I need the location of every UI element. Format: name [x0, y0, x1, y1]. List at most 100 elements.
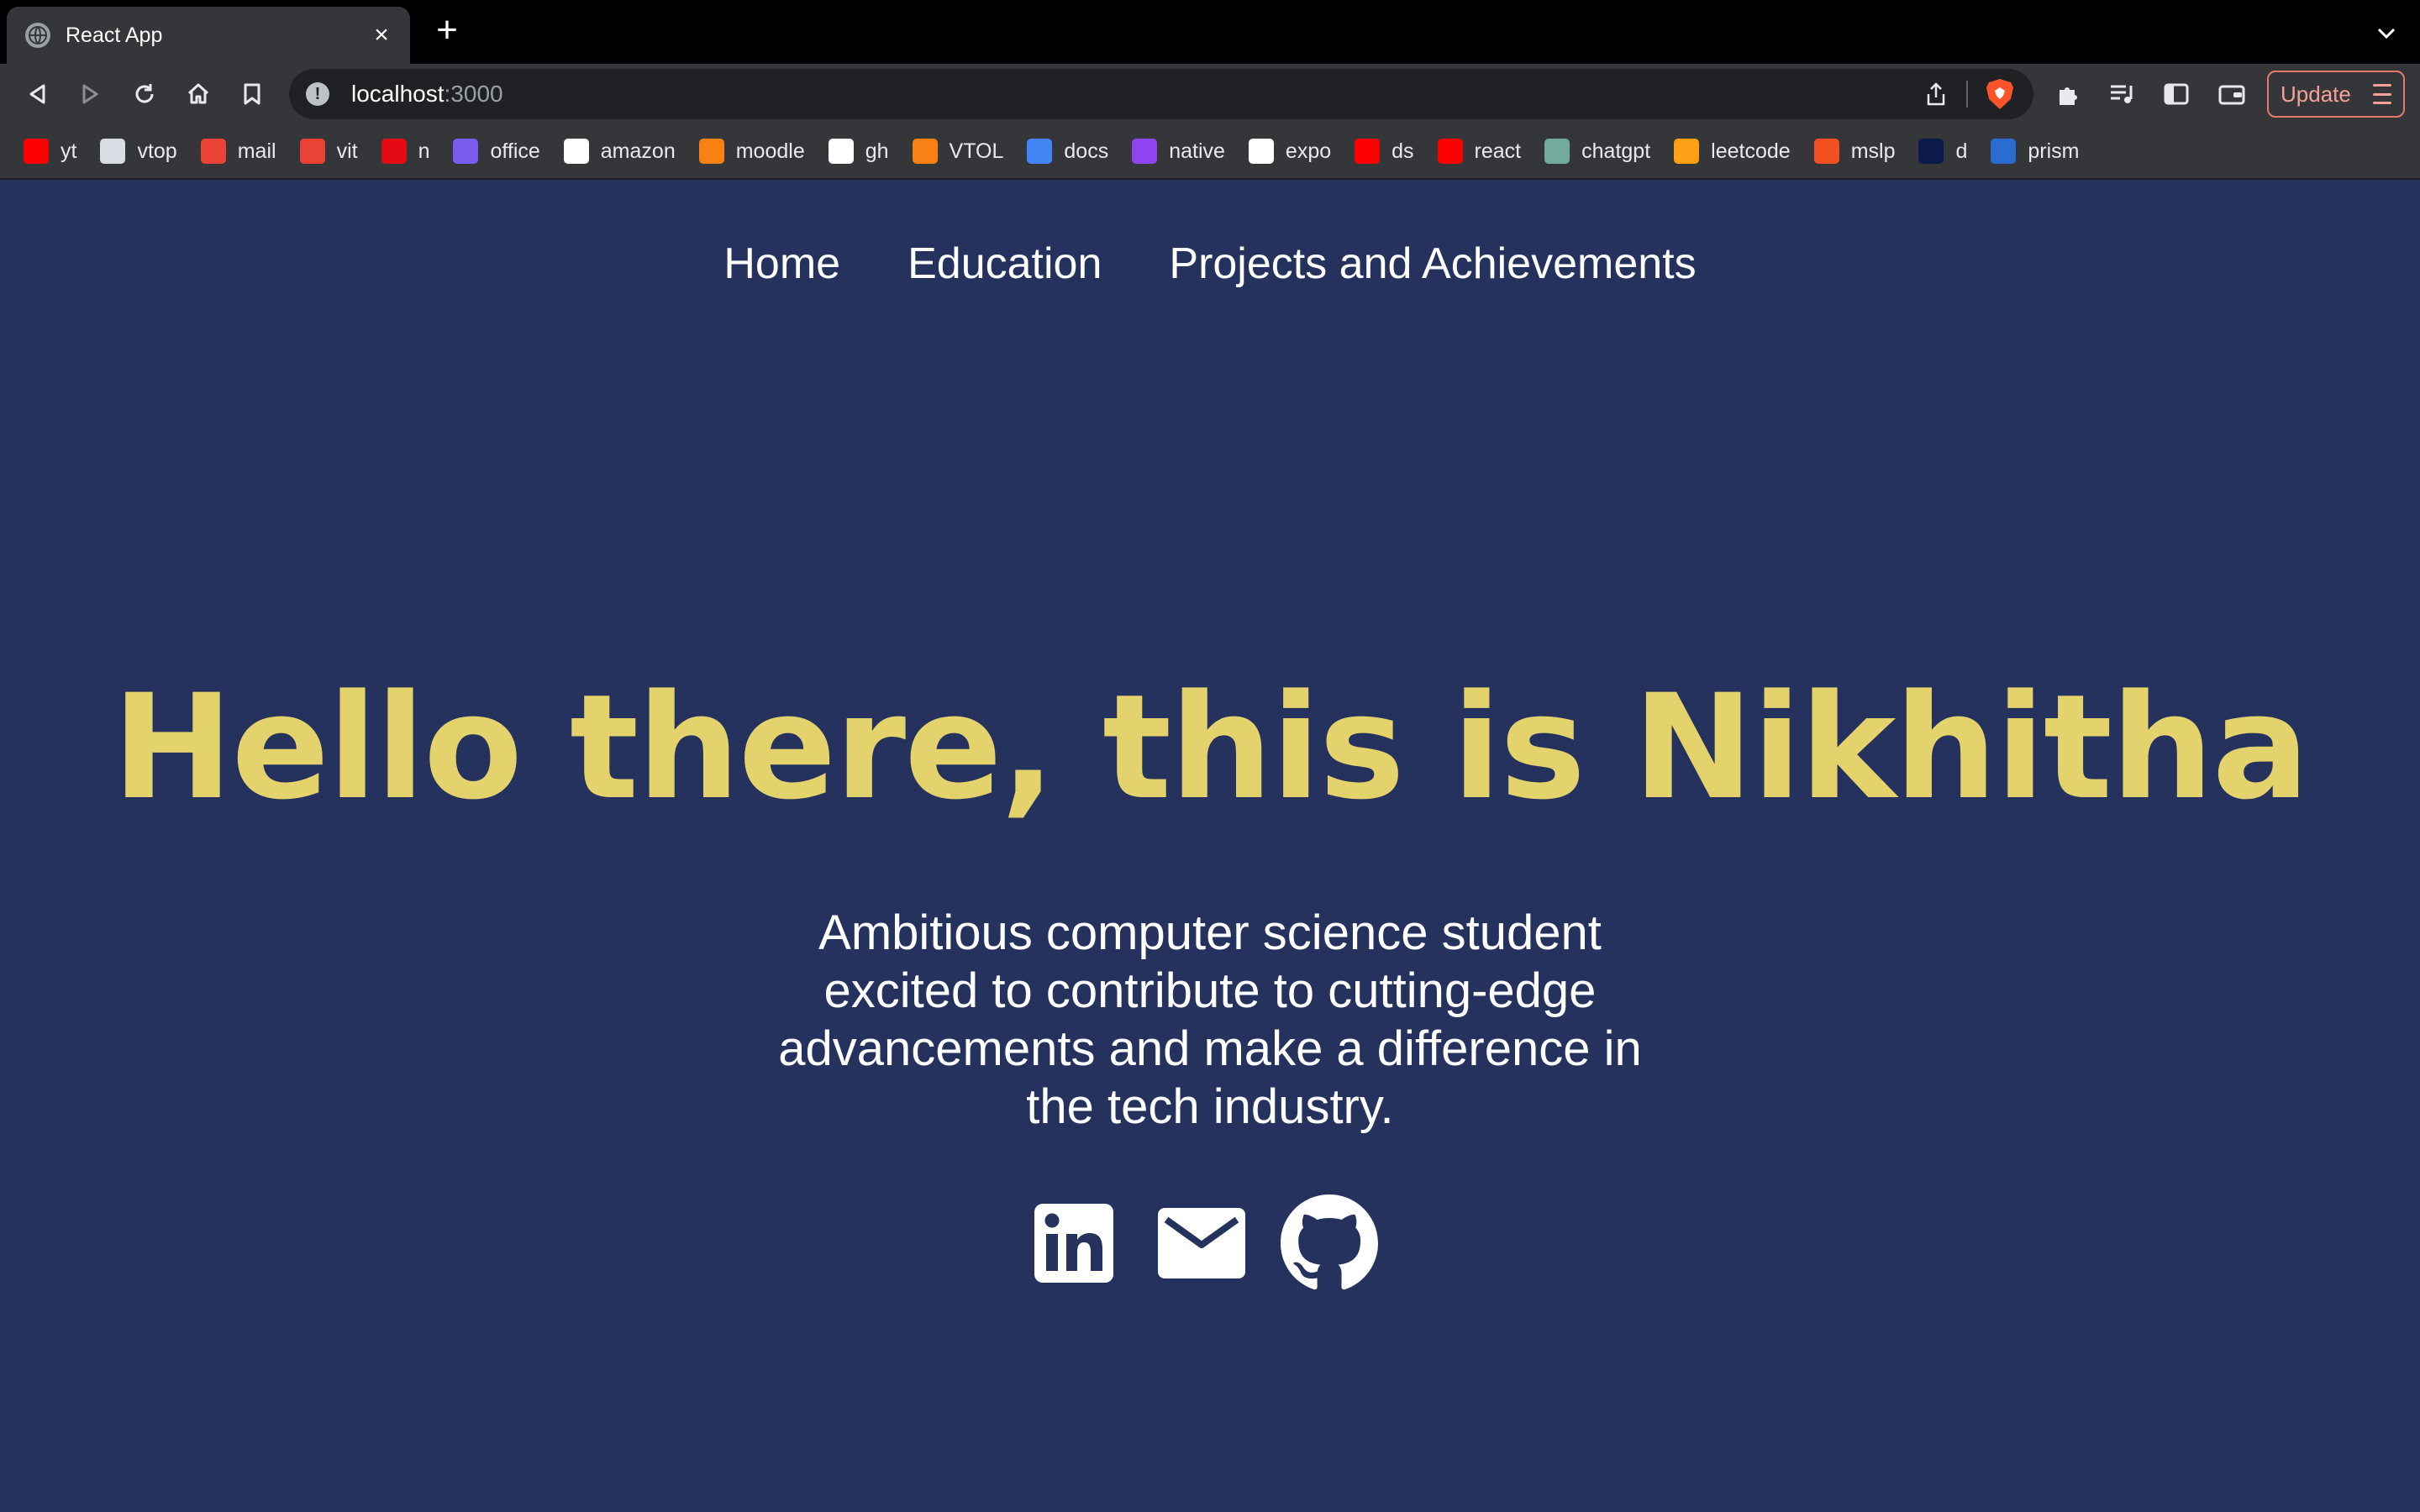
moodle-icon [698, 139, 724, 164]
bookmark-item-ds[interactable]: ds [1355, 139, 1414, 164]
browser-toolbar: ! localhost:3000 Update [0, 64, 2420, 124]
bookmark-item-vtop[interactable]: vtop [100, 139, 177, 164]
bookmark-label: amazon [600, 139, 676, 163]
bookmark-label: office [490, 139, 540, 163]
extensions-button[interactable] [2047, 72, 2091, 116]
brave-shields-icon[interactable] [1985, 77, 2015, 111]
bookmark-item-react[interactable]: react [1437, 139, 1521, 164]
hero-title: Hello there, this is Nikhitha [112, 663, 2309, 832]
share-icon[interactable] [1923, 81, 1949, 108]
github-link[interactable] [1281, 1193, 1378, 1294]
bookmark-item-amazon[interactable]: amazon [563, 139, 676, 164]
bookmark-item-docs[interactable]: docs [1027, 139, 1108, 164]
bookmark-item-leetcode[interactable]: leetcode [1674, 139, 1791, 164]
bookmark-item-gh[interactable]: gh [828, 139, 889, 164]
nav-education-link[interactable]: Education [908, 239, 1102, 289]
page-content: Home Education Projects and Achievements… [0, 180, 2420, 1512]
menu-icon [2373, 84, 2391, 104]
nav-projects-link[interactable]: Projects and Achievements [1169, 239, 1696, 289]
microsoft-icon [1813, 139, 1839, 164]
bookmark-item-mail[interactable]: mail [200, 139, 276, 164]
url-port: :3000 [444, 81, 503, 107]
site-nav: Home Education Projects and Achievements [0, 239, 2420, 289]
bookmark-label: expo [1285, 139, 1332, 163]
gmail-icon [200, 139, 226, 164]
docs-icon [1027, 139, 1053, 164]
youtube-icon [1355, 139, 1381, 164]
omnibox-divider [1966, 81, 1968, 108]
bookmark-item-vtol[interactable]: VTOL [912, 139, 1004, 164]
sidebar-icon [2164, 83, 2189, 105]
bookmark-item-native[interactable]: native [1132, 139, 1225, 164]
tab-search-button[interactable] [2370, 17, 2403, 50]
vtop-icon [100, 139, 126, 164]
leetcode-icon [1674, 139, 1700, 164]
expo-icon [1248, 139, 1274, 164]
dh-icon [1918, 139, 1944, 164]
linkedin-link[interactable] [1025, 1193, 1123, 1294]
github-icon [1281, 1194, 1378, 1290]
forward-button[interactable] [69, 72, 113, 116]
back-button[interactable] [15, 72, 59, 116]
sidebar-button[interactable] [2154, 72, 2198, 116]
bookmark-item-chatgpt[interactable]: chatgpt [1544, 139, 1650, 164]
mail-icon [1158, 1208, 1245, 1278]
wallet-button[interactable] [2210, 72, 2254, 116]
bookmark-item-d[interactable]: d [1918, 139, 1967, 164]
bookmark-item-office[interactable]: office [453, 139, 540, 164]
playlist-icon [2111, 85, 2133, 103]
reload-icon [135, 84, 154, 103]
bookmark-item-expo[interactable]: expo [1248, 139, 1332, 164]
gmail-icon [299, 139, 325, 164]
forward-icon [82, 84, 98, 104]
address-bar[interactable]: ! localhost:3000 [289, 69, 2033, 119]
chevron-down-icon [2377, 28, 2396, 39]
chatgpt-icon [1544, 139, 1570, 164]
globe-icon [25, 23, 50, 48]
nav-home-link[interactable]: Home [723, 239, 840, 289]
home-button[interactable] [176, 72, 220, 116]
bookmark-label: vit [336, 139, 358, 163]
reload-button[interactable] [123, 72, 166, 116]
bookmark-item-prism[interactable]: prism [1991, 139, 2080, 164]
back-icon [29, 84, 45, 104]
new-tab-button[interactable]: + [430, 12, 464, 49]
bookmark-button[interactable] [230, 72, 274, 116]
bookmark-label: leetcode [1711, 139, 1791, 163]
bookmark-label: prism [2028, 139, 2080, 163]
bookmark-item-mslp[interactable]: mslp [1813, 139, 1895, 164]
bookmark-label: gh [865, 139, 889, 163]
bookmark-item-yt[interactable]: yt [24, 139, 76, 164]
wallet-icon [2218, 85, 2245, 105]
playlist-button[interactable] [2101, 72, 2144, 116]
bookmark-icon [244, 83, 260, 105]
tab-title: React App [66, 23, 163, 47]
bookmark-label: moodle [735, 139, 805, 163]
bookmark-item-vit[interactable]: vit [299, 139, 358, 164]
bookmark-label: chatgpt [1581, 139, 1651, 163]
amazon-icon [563, 139, 589, 164]
bookmark-item-moodle[interactable]: moodle [698, 139, 805, 164]
site-info-icon[interactable]: ! [306, 82, 329, 106]
home-icon [187, 83, 209, 104]
office-icon [453, 139, 479, 164]
active-tab[interactable]: React App × [7, 7, 410, 64]
bookmark-label: mail [237, 139, 276, 163]
bookmark-label: yt [60, 139, 77, 163]
bookmark-label: vtop [137, 139, 177, 163]
youtube-icon [1437, 139, 1463, 164]
tab-strip: React App × + [0, 0, 2420, 64]
puzzle-icon [2060, 87, 2077, 105]
bookmark-label: n [418, 139, 430, 163]
bookmarks-bar: yt vtop mail vit n office amazon moodle gh VTOL do… [0, 124, 2420, 180]
tab-close-button[interactable]: × [366, 21, 397, 50]
github-icon [828, 139, 854, 164]
update-button[interactable]: Update [2267, 71, 2405, 118]
bookmark-label: VTOL [949, 139, 1004, 163]
bookmark-label: native [1169, 139, 1225, 163]
bookmark-label: d [1955, 139, 1968, 163]
bookmark-item-n[interactable]: n [381, 139, 430, 164]
email-link[interactable] [1153, 1193, 1250, 1294]
bookmark-label: docs [1064, 139, 1109, 163]
native-icon [1132, 139, 1158, 164]
